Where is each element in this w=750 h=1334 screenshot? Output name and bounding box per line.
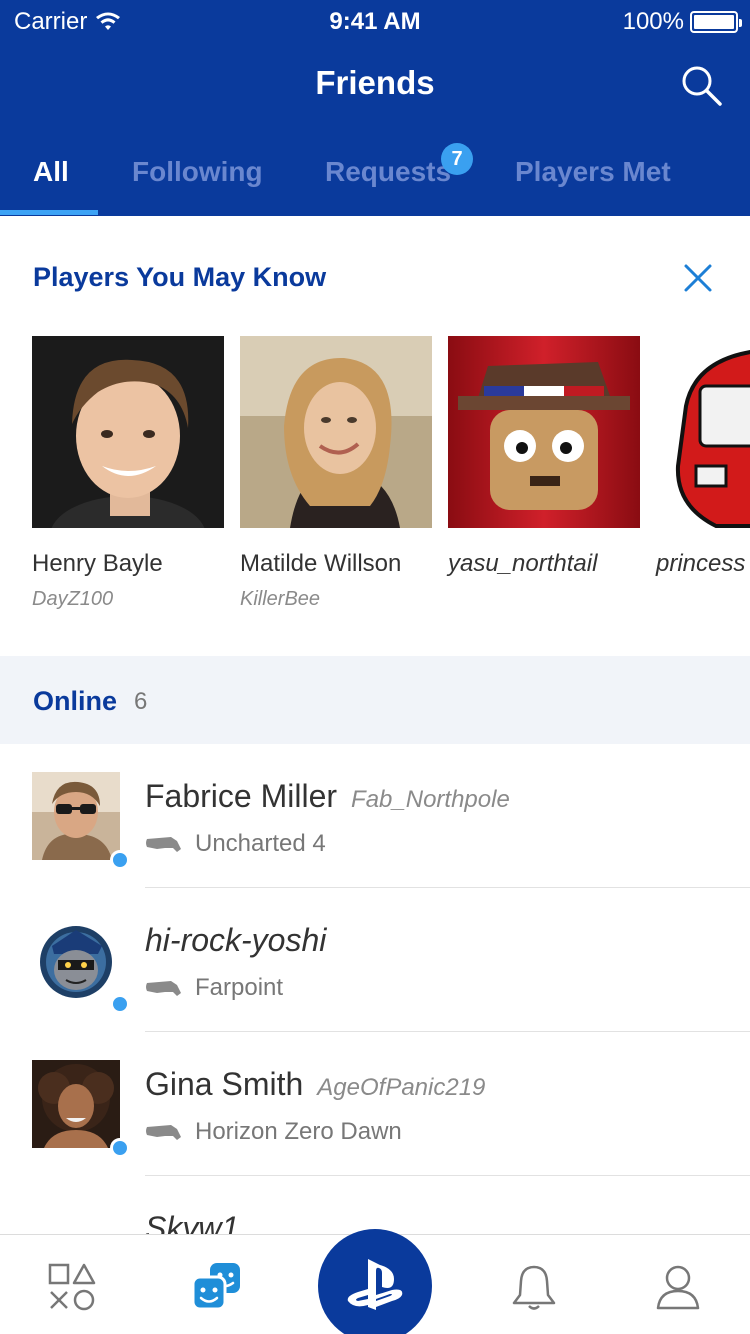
status-bar: Carrier 9:41 AM 100% (0, 0, 750, 40)
friend-row[interactable]: Fabrice Miller Fab_Northpole Uncharted 4 (0, 744, 750, 888)
tab-bar: All Following Requests Players Met (0, 140, 750, 216)
tab-requests[interactable]: Requests (325, 156, 451, 188)
playstation-shapes-icon (48, 1263, 96, 1311)
nav-notifications[interactable] (508, 1261, 560, 1313)
playstation-logo-icon (347, 1259, 403, 1310)
requests-badge: 7 (441, 143, 473, 175)
player-photo (656, 336, 750, 528)
controller-icon (146, 837, 181, 852)
suggestions-title: Players You May Know (33, 262, 327, 292)
suggestion-card[interactable]: Henry Bayle DayZ100 (32, 336, 224, 611)
dismiss-suggestions-button[interactable] (682, 262, 714, 294)
player-name: Henry Bayle (32, 550, 163, 577)
controller-icon (146, 1125, 181, 1140)
tab-following[interactable]: Following (132, 156, 263, 188)
player-photo (32, 336, 224, 528)
player-name: princess (656, 550, 746, 577)
friend-display-name: Fabrice Miller (145, 778, 338, 814)
suggestion-card[interactable]: princess (656, 336, 750, 588)
player-name: yasu_northtail (448, 550, 598, 577)
profile-icon (656, 1265, 700, 1310)
suggestion-card[interactable]: Matilde Willson KillerBee (240, 336, 432, 611)
tab-all[interactable]: All (33, 156, 69, 188)
search-button[interactable] (680, 64, 724, 108)
avatar (32, 916, 120, 1004)
online-indicator (110, 1138, 130, 1158)
online-title: Online (33, 686, 118, 716)
player-photo (448, 336, 640, 528)
avatar (32, 1060, 120, 1148)
player-handle: DayZ100 (32, 588, 114, 610)
friends-icon (191, 1263, 240, 1311)
game-title: Farpoint (195, 974, 284, 1001)
suggestion-card[interactable]: yasu_northtail (448, 336, 640, 588)
friend-handle: AgeOfPanic219 (317, 1074, 486, 1101)
battery-icon (690, 11, 742, 33)
battery-status: 100% (622, 8, 742, 36)
player-name: Matilde Willson (240, 550, 402, 577)
now-playing: Horizon Zero Dawn (145, 1118, 402, 1146)
nav-friends[interactable] (190, 1261, 242, 1313)
friend-display-name: hi-rock-yoshi (145, 922, 327, 958)
online-indicator (110, 850, 130, 870)
nav-whats-new[interactable] (46, 1261, 98, 1313)
tab-players-met[interactable]: Players Met (515, 156, 671, 188)
page-title: Friends (315, 64, 435, 101)
friend-name: hi-rock-yoshi (145, 922, 326, 959)
friend-handle: Fab_Northpole (351, 786, 510, 813)
bell-icon (512, 1265, 556, 1310)
now-playing: Farpoint (145, 974, 283, 1002)
battery-percent: 100% (622, 8, 684, 35)
now-playing: Uncharted 4 (145, 830, 326, 858)
friend-row[interactable]: hi-rock-yoshi Farpoint (0, 888, 750, 1032)
player-photo (240, 336, 432, 528)
friend-row[interactable]: Gina Smith AgeOfPanic219 Horizon Zero Daw… (0, 1032, 750, 1176)
header: Carrier 9:41 AM 100% Friends All Followi… (0, 0, 750, 216)
close-icon (684, 264, 712, 292)
friend-name: Gina Smith AgeOfPanic219 (145, 1066, 485, 1103)
online-indicator (110, 994, 130, 1014)
nav-profile[interactable] (652, 1261, 704, 1313)
friend-display-name: Gina Smith (145, 1066, 304, 1102)
game-title: Horizon Zero Dawn (195, 1118, 402, 1145)
avatar (32, 772, 120, 860)
playstation-home-button[interactable] (318, 1229, 432, 1334)
player-handle: KillerBee (240, 588, 321, 610)
online-count: 6 (134, 688, 148, 715)
game-title: Uncharted 4 (195, 830, 326, 857)
active-tab-indicator (0, 210, 98, 215)
suggestion-carousel[interactable]: Henry Bayle DayZ100 Matilde Willson Kill… (32, 336, 750, 626)
search-icon (682, 66, 722, 106)
friend-name: Fabrice Miller Fab_Northpole (145, 778, 510, 815)
controller-icon (146, 981, 181, 996)
